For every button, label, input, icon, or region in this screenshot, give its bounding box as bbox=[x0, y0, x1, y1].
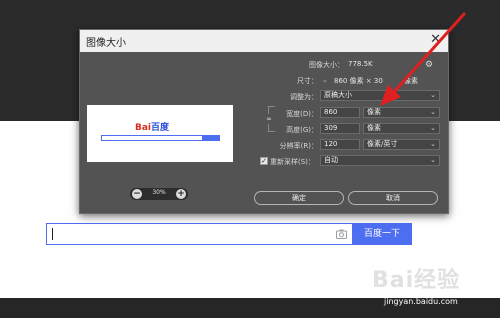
watermark-url: jingyan.baidu.com bbox=[384, 297, 458, 306]
watermark: Bai经验 jingyan.baidu.com bbox=[372, 262, 498, 312]
watermark-logo: Bai经验 bbox=[372, 268, 461, 293]
